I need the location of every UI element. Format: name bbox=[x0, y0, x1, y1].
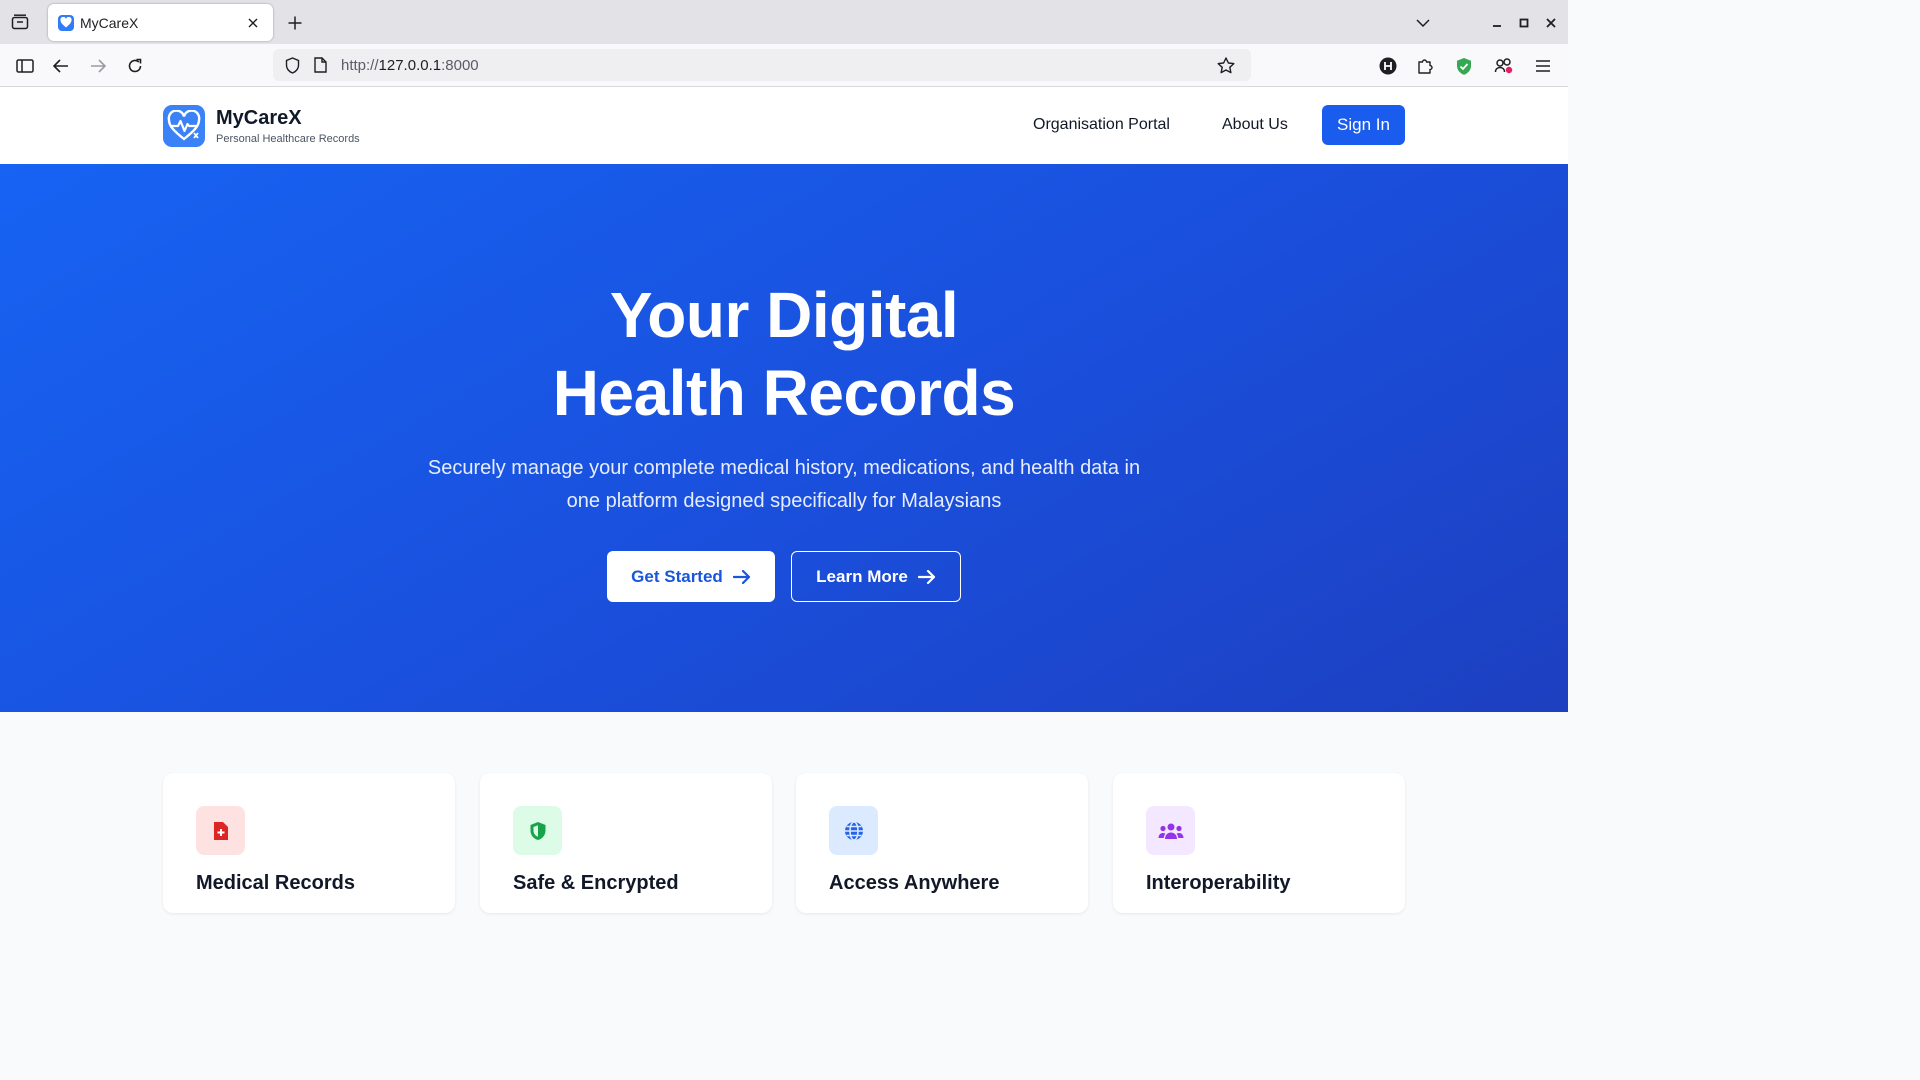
window-close-icon[interactable] bbox=[1540, 12, 1562, 34]
reload-icon[interactable] bbox=[122, 53, 148, 79]
tab-title: MyCareX bbox=[80, 14, 139, 31]
close-tab-icon[interactable] bbox=[243, 13, 263, 33]
sign-in-button[interactable]: Sign In bbox=[1322, 105, 1405, 145]
learn-more-button[interactable]: Learn More bbox=[791, 551, 961, 602]
minimize-icon[interactable] bbox=[1486, 12, 1508, 34]
back-arrow-icon[interactable] bbox=[48, 53, 74, 79]
feature-card-medical-records: Medical Records bbox=[163, 773, 455, 913]
url-host: 127.0.0.1 bbox=[378, 56, 442, 74]
address-bar[interactable]: http://127.0.0.1:8000 bbox=[273, 49, 1251, 81]
arrow-right-icon bbox=[917, 569, 935, 584]
feature-card-interoperability: Interoperability bbox=[1113, 773, 1405, 913]
features-section: Medical Records Safe & Encrypted Access … bbox=[0, 712, 1568, 913]
shield-icon bbox=[513, 806, 562, 855]
heart-favicon-icon bbox=[58, 14, 74, 31]
forward-arrow-icon[interactable] bbox=[85, 53, 111, 79]
nav-about-us[interactable]: About Us bbox=[1222, 116, 1288, 134]
url-text: http://127.0.0.1:8000 bbox=[341, 57, 1215, 74]
hero-section: Your Digital Health Records Securely man… bbox=[0, 164, 1568, 712]
feature-title: Access Anywhere bbox=[829, 872, 1000, 894]
hero-subtitle-line-2: one platform designed specifically for M… bbox=[566, 490, 1002, 512]
mycarex-logo[interactable] bbox=[163, 105, 205, 147]
url-prefix: http:// bbox=[341, 56, 379, 74]
url-suffix: :8000 bbox=[441, 56, 479, 74]
hamburger-menu-icon[interactable] bbox=[1530, 53, 1556, 79]
tab-overview-icon[interactable] bbox=[8, 10, 32, 34]
new-tab-icon[interactable] bbox=[284, 12, 306, 34]
brand-name[interactable]: MyCareX bbox=[216, 107, 302, 130]
hero-title: Your Digital Health Records bbox=[0, 276, 1568, 432]
arrow-right-icon bbox=[732, 569, 750, 584]
hero-title-line-2: Health Records bbox=[552, 357, 1016, 429]
users-icon bbox=[1146, 806, 1195, 855]
feature-title: Safe & Encrypted bbox=[513, 872, 679, 894]
page-info-icon[interactable] bbox=[309, 54, 331, 76]
browser-toolbar: http://127.0.0.1:8000 bbox=[0, 44, 1568, 87]
hero-subtitle: Securely manage your complete medical hi… bbox=[384, 452, 1184, 518]
sidebar-toggle-icon[interactable] bbox=[12, 53, 38, 79]
medical-file-icon bbox=[196, 806, 245, 855]
h-extension-icon[interactable] bbox=[1375, 53, 1401, 79]
bookmark-star-icon[interactable] bbox=[1215, 54, 1237, 76]
learn-more-label: Learn More bbox=[816, 566, 908, 586]
green-shield-extension-icon[interactable] bbox=[1451, 53, 1477, 79]
browser-tab-bar: MyCareX bbox=[0, 0, 1568, 44]
multi-account-extension-icon[interactable] bbox=[1491, 53, 1517, 79]
hero-subtitle-line-1: Securely manage your complete medical hi… bbox=[427, 457, 1141, 479]
extensions-puzzle-icon[interactable] bbox=[1412, 53, 1438, 79]
feature-card-access-anywhere: Access Anywhere bbox=[796, 773, 1088, 913]
site-header: MyCareX Personal Healthcare Records Orga… bbox=[0, 87, 1568, 164]
feature-card-safe-encrypted: Safe & Encrypted bbox=[480, 773, 772, 913]
feature-title: Medical Records bbox=[196, 872, 355, 894]
maximize-icon[interactable] bbox=[1513, 12, 1535, 34]
browser-tab[interactable]: MyCareX bbox=[48, 4, 273, 41]
hero-title-line-1: Your Digital bbox=[609, 279, 959, 351]
feature-title: Interoperability bbox=[1146, 872, 1291, 894]
brand-tagline: Personal Healthcare Records bbox=[216, 133, 360, 145]
globe-icon bbox=[829, 806, 878, 855]
get-started-label: Get Started bbox=[631, 566, 723, 586]
chevron-down-icon[interactable] bbox=[1412, 12, 1434, 34]
get-started-button[interactable]: Get Started bbox=[607, 551, 775, 602]
nav-organisation-portal[interactable]: Organisation Portal bbox=[1033, 116, 1170, 134]
tracking-shield-icon[interactable] bbox=[281, 54, 303, 76]
